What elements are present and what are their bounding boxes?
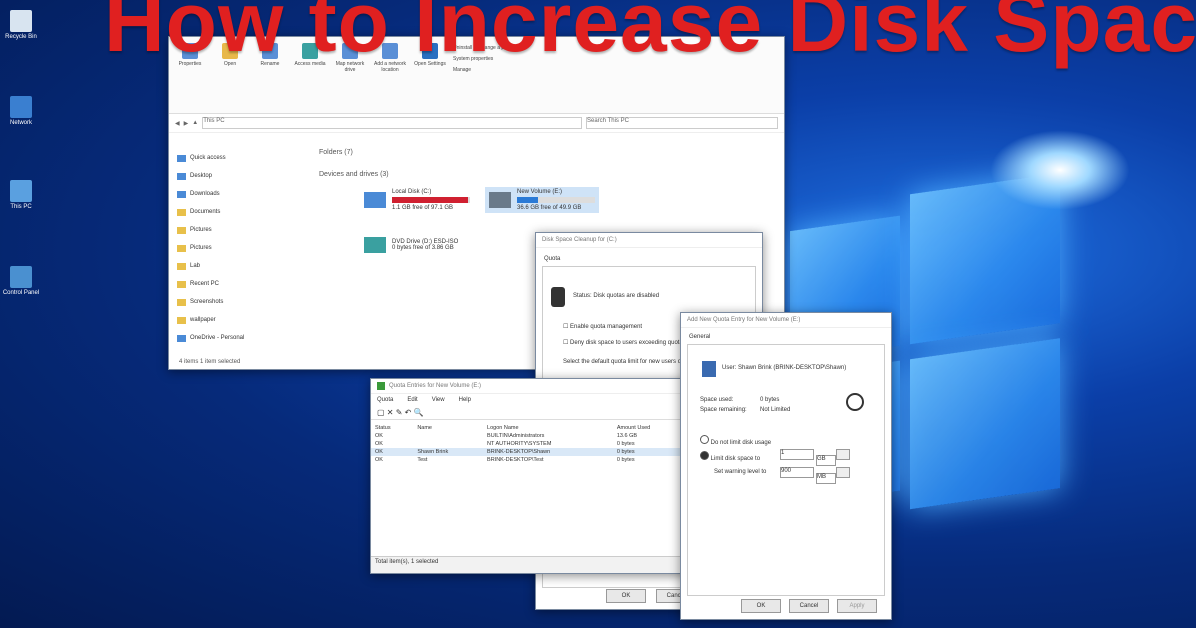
desktop-icon-this-pc[interactable]: This PC — [2, 180, 40, 210]
space-remaining-value: Not Limited — [760, 407, 791, 413]
network-icon — [10, 96, 32, 118]
navigation-pane: Quick access Desktop Downloads Documents… — [177, 149, 307, 347]
up-icon[interactable]: ▲ — [192, 120, 198, 126]
hard-drive-icon — [364, 192, 386, 208]
limit-input[interactable]: 1 — [780, 449, 814, 460]
warning-input[interactable]: 900 — [780, 467, 814, 478]
no-limit-option[interactable]: Do not limit disk usage — [700, 435, 771, 446]
folder-icon — [177, 280, 186, 288]
back-icon[interactable]: ◀ — [175, 120, 180, 127]
limit-unit-select[interactable]: GB — [816, 449, 850, 466]
chevron-down-icon — [836, 467, 850, 478]
nav-item[interactable]: Pictures — [177, 221, 307, 239]
ok-button[interactable]: OK — [741, 599, 781, 613]
undo-icon[interactable]: ↶ — [405, 408, 412, 417]
app-icon — [377, 382, 385, 390]
nav-item[interactable]: Lab — [177, 257, 307, 275]
menu-bar: Quota Edit View Help — [371, 394, 687, 406]
chevron-down-icon — [836, 449, 850, 460]
folder-icon — [177, 262, 186, 270]
nav-item[interactable]: wallpaper — [177, 311, 307, 329]
table-row[interactable]: OK Shawn Brink BRINK-DESKTOP\Shawn 0 bytes — [371, 448, 687, 456]
status-bar: 4 items 1 item selected — [179, 359, 241, 365]
tab-quota[interactable]: Quota — [536, 248, 762, 264]
address-bar[interactable]: This PC — [202, 117, 582, 129]
limit-space-option[interactable]: Limit disk space to — [700, 451, 760, 462]
desktop-icon-network[interactable]: Network — [2, 96, 40, 126]
video-title: How to Increase Disk Space — [104, 0, 1196, 69]
nav-item[interactable]: Recent PC — [177, 275, 307, 293]
add-quota-entry-window: Add New Quota Entry for New Volume (E:) … — [680, 312, 892, 620]
folder-icon — [177, 226, 186, 234]
traffic-light-icon — [551, 287, 565, 307]
search-input[interactable]: Search This PC — [586, 117, 778, 129]
folder-icon — [177, 208, 186, 216]
nav-item[interactable]: OneDrive - Personal — [177, 329, 307, 347]
forward-icon[interactable]: ▶ — [184, 120, 189, 127]
folders-header[interactable]: Folders (7) — [319, 149, 353, 156]
dvd-drive-icon — [364, 237, 386, 253]
nav-item[interactable]: Pictures — [177, 239, 307, 257]
warning-level-label: Set warning level to — [714, 469, 767, 475]
nav-item[interactable]: Documents — [177, 203, 307, 221]
drive-c[interactable]: Local Disk (C:) 1.1 GB free of 97.1 GB — [364, 189, 470, 211]
table-header: Status Name Logon Name Amount Used — [375, 425, 651, 431]
desktop-icon — [177, 172, 186, 180]
desktop-icon-control-panel[interactable]: Control Panel — [2, 266, 40, 296]
usage-bar — [392, 197, 470, 203]
table-row[interactable]: OK NT AUTHORITY\SYSTEM 0 bytes — [371, 440, 687, 448]
cloud-icon — [177, 334, 186, 342]
delete-icon[interactable]: ✕ — [387, 408, 394, 417]
ok-button[interactable]: OK — [606, 589, 646, 603]
user-icon — [702, 361, 716, 377]
control-panel-icon — [10, 266, 32, 288]
recycle-bin-icon — [10, 10, 32, 32]
computer-icon — [10, 180, 32, 202]
quota-entries-window: Quota Entries for New Volume (E:) Quota … — [370, 378, 688, 574]
light-glow — [990, 130, 1130, 210]
new-entry-icon[interactable]: ▢ — [377, 408, 385, 417]
apply-button[interactable]: Apply — [837, 599, 877, 613]
drive-d[interactable]: DVD Drive (D:) ESD-ISO 0 bytes free of 3… — [364, 237, 458, 253]
folder-icon — [177, 244, 186, 252]
nav-item[interactable]: Downloads — [177, 185, 307, 203]
nav-item[interactable]: Screenshots — [177, 293, 307, 311]
deny-space-checkbox[interactable]: ☐ Deny disk space to users exceeding quo… — [563, 339, 695, 346]
nav-item[interactable]: Desktop — [177, 167, 307, 185]
folder-icon — [177, 316, 186, 324]
drives-header[interactable]: Devices and drives (3) — [319, 171, 389, 178]
star-icon — [177, 154, 186, 162]
download-icon — [177, 190, 186, 198]
warning-unit-select[interactable]: MB — [816, 467, 850, 484]
nav-item[interactable]: Quick access — [177, 149, 307, 167]
quota-table: Status Name Logon Name Amount Used OK BUI… — [371, 424, 687, 464]
gauge-icon — [846, 393, 864, 411]
title-bar: Quota Entries for New Volume (E:) — [371, 379, 687, 394]
menu-view[interactable]: View — [432, 397, 445, 403]
folder-icon — [177, 298, 186, 306]
toolbar: ▢ ✕ ✎ ↶ 🔍 — [371, 406, 687, 420]
cancel-button[interactable]: Cancel — [789, 599, 829, 613]
status-bar: Total item(s), 1 selected — [371, 556, 687, 573]
menu-quota[interactable]: Quota — [377, 397, 393, 403]
desktop-icon-recycle-bin[interactable]: Recycle Bin — [2, 10, 40, 40]
table-row[interactable]: OK Test BRINK-DESKTOP\Test 0 bytes — [371, 456, 687, 464]
enable-quota-checkbox[interactable]: ☐ Enable quota management — [563, 323, 642, 330]
hard-drive-icon — [489, 192, 511, 208]
quota-status: Status: Disk quotas are disabled — [573, 293, 660, 299]
menu-edit[interactable]: Edit — [407, 397, 417, 403]
table-row[interactable]: OK BUILTIN\Administrators 13.6 GB — [371, 432, 687, 440]
find-icon[interactable]: 🔍 — [414, 408, 424, 417]
properties-icon[interactable]: ✎ — [396, 408, 403, 417]
drive-e[interactable]: New Volume (E:) 36.6 GB free of 49.9 GB — [485, 187, 599, 213]
title-bar: Disk Space Cleanup for (C:) — [536, 233, 762, 248]
title-bar: Add New Quota Entry for New Volume (E:) — [681, 313, 891, 328]
usage-bar — [517, 197, 595, 203]
address-bar-row: ◀ ▶ ▲ This PC Search This PC — [169, 114, 784, 133]
space-used-value: 0 bytes — [760, 397, 780, 403]
menu-help[interactable]: Help — [459, 397, 471, 403]
user-label: User: Shawn Brink (BRINK-DESKTOP\Shawn) — [722, 365, 847, 371]
tab-general[interactable]: General — [681, 328, 891, 342]
